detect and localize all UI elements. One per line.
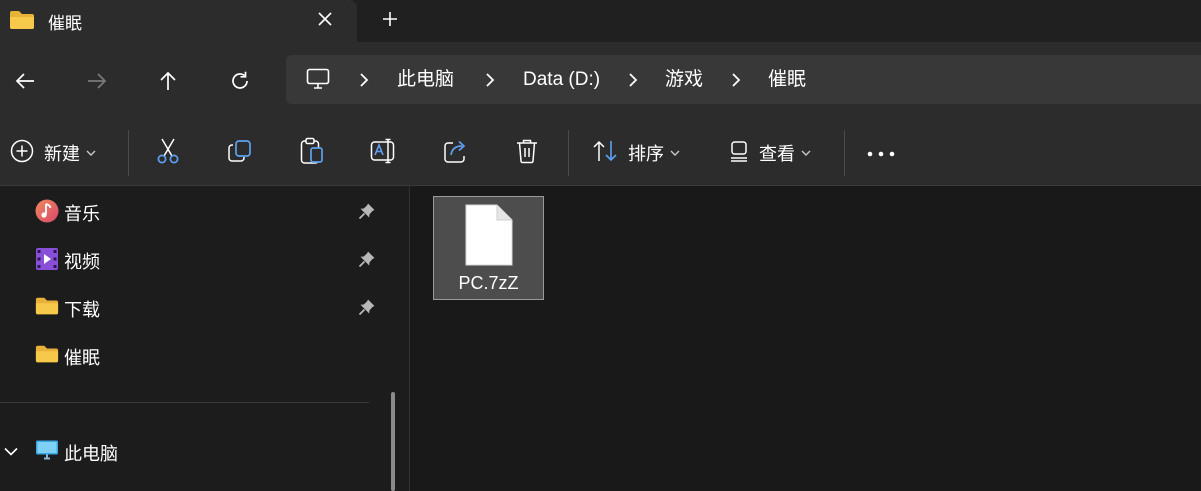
new-button[interactable]: 新建 [10,134,96,172]
file-name: PC.7zZ [458,273,519,293]
toolbar-divider [844,130,845,176]
rename-button[interactable] [370,134,398,172]
tab-bar: 催眠 [0,0,1201,42]
breadcrumb-item-data-drive[interactable]: Data (D:) [523,55,600,104]
document-icon [464,203,514,272]
breadcrumb-item-games[interactable]: 游戏 [665,55,703,104]
close-icon[interactable] [312,6,338,32]
pin-icon[interactable] [358,202,376,225]
share-button[interactable] [443,134,469,172]
copy-icon [227,138,253,169]
chevron-right-icon[interactable] [625,72,641,88]
tab-title: 催眠 [48,14,82,33]
new-button-label: 新建 [44,144,80,164]
more-icon [867,144,895,162]
chevron-right-icon[interactable] [728,72,744,88]
sidebar-item-this-pc[interactable]: 此电脑 [0,428,390,472]
file-item[interactable]: PC.7zZ [433,196,544,300]
arrow-right-icon[interactable] [80,64,114,98]
monitor-icon [35,439,59,463]
sidebar-item-label: 此电脑 [64,444,118,464]
sidebar-divider [0,402,369,403]
more-button[interactable] [867,134,895,172]
rename-icon [370,138,398,169]
view-icon [729,140,749,167]
arrow-up-icon[interactable] [151,64,185,98]
sort-button-label: 排序 [628,144,664,164]
sidebar-item-label: 催眠 [64,348,100,368]
pin-icon[interactable] [358,250,376,273]
breadcrumb-item-this-pc[interactable]: 此电脑 [397,55,454,104]
toolbar-divider [568,130,569,176]
view-button-label: 查看 [759,144,795,164]
navigation-pane: 音乐 视频 下载 催眠 此电脑 [0,186,409,491]
arrow-left-icon[interactable] [8,64,42,98]
refresh-icon[interactable] [223,64,257,98]
folder-icon [9,9,35,36]
address-bar[interactable]: 此电脑 Data (D:) 游戏 催眠 [286,55,1201,104]
plus-icon[interactable] [377,6,403,32]
cut-icon [155,137,181,170]
delete-button[interactable] [515,134,539,172]
paste-button[interactable] [299,134,325,172]
sidebar-scrollbar[interactable] [391,392,395,491]
view-button[interactable]: 查看 [729,134,811,172]
monitor-icon[interactable] [306,68,330,95]
navigation-bar: 此电脑 Data (D:) 游戏 催眠 [0,42,1201,120]
music-icon [35,199,59,223]
chevron-down-icon [801,144,811,162]
video-icon [35,247,59,271]
chevron-down-icon[interactable] [4,443,18,461]
tab-current[interactable]: 催眠 [0,0,357,42]
folder-icon [35,295,59,319]
sidebar-item-hypnosis[interactable]: 催眠 [0,332,390,376]
chevron-down-icon [86,144,96,162]
pin-icon[interactable] [358,298,376,321]
share-icon [443,138,469,169]
copy-button[interactable] [227,134,253,172]
delete-icon [515,138,539,169]
chevron-right-icon[interactable] [356,72,372,88]
sort-button[interactable]: 排序 [592,134,680,172]
sidebar-item-music[interactable]: 音乐 [0,188,390,232]
breadcrumb-item-current[interactable]: 催眠 [768,55,806,104]
sidebar-item-videos[interactable]: 视频 [0,236,390,280]
sidebar-item-downloads[interactable]: 下载 [0,284,390,328]
file-list: PC.7zZ [410,186,1201,491]
toolbar-divider [128,130,129,176]
folder-icon [35,343,59,367]
sidebar-item-label: 下载 [64,300,100,320]
sort-icon [592,139,618,168]
sidebar-item-label: 视频 [64,252,100,272]
chevron-down-icon [670,144,680,162]
chevron-right-icon[interactable] [482,72,498,88]
command-bar: 新建 排序 查看 [0,120,1201,186]
paste-icon [299,137,325,170]
sidebar-item-label: 音乐 [64,204,100,224]
drive-icon [44,484,56,491]
plus-circle-icon [10,139,34,168]
cut-button[interactable] [155,134,181,172]
